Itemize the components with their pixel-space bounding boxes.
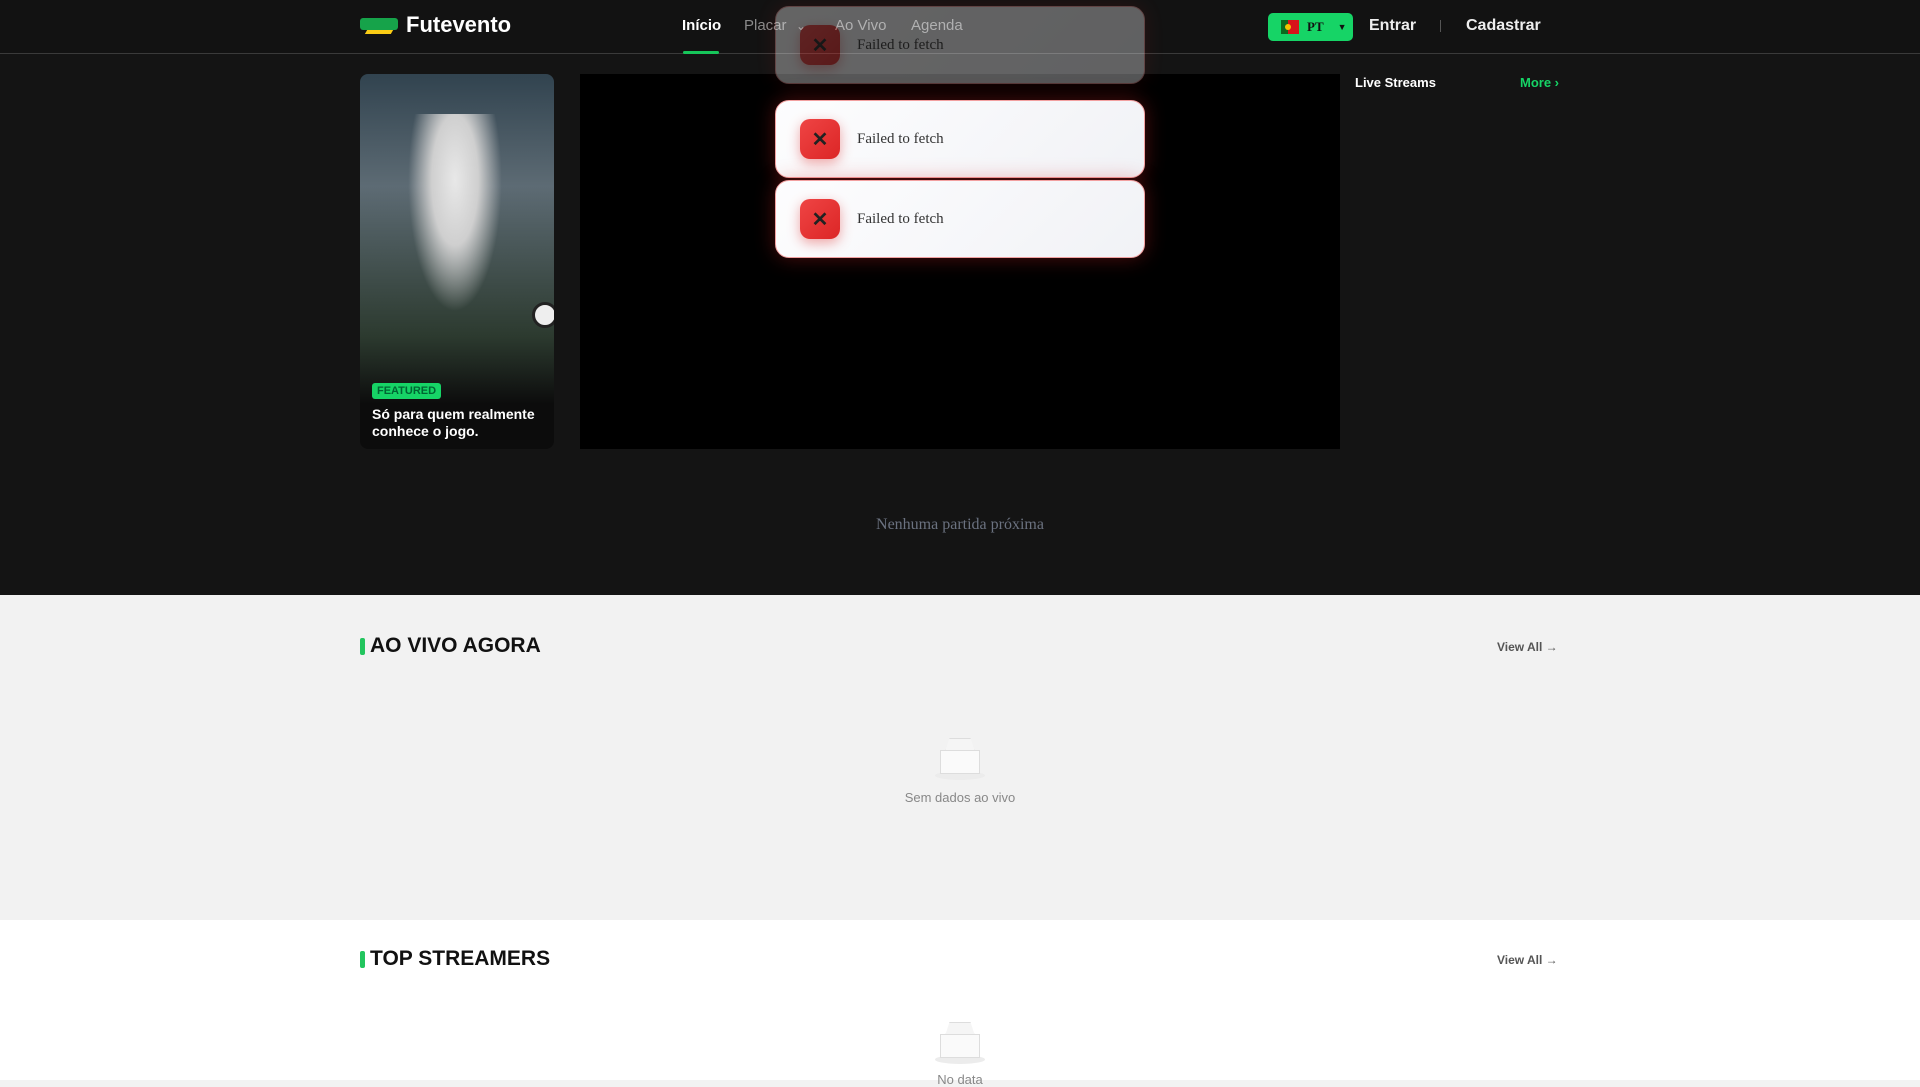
live-now-empty-text: Sem dados ao vivo (904, 790, 1016, 805)
live-streams-title: Live Streams (1355, 75, 1436, 90)
ball-image (532, 302, 554, 328)
logo[interactable]: Futevento (360, 12, 511, 38)
live-now-title: AO VIVO AGORA (360, 634, 541, 658)
error-x-icon: ✕ (800, 119, 840, 159)
top-streamers-title: TOP STREAMERS (360, 947, 550, 971)
toast-message: Failed to fetch (857, 36, 944, 53)
empty-inbox-icon (935, 738, 985, 780)
no-upcoming-matches: Nenhuma partida próxima (876, 516, 1044, 533)
toast-message: Failed to fetch (857, 210, 944, 227)
language-selector[interactable]: PT ▼ (1268, 13, 1353, 41)
divider (1440, 20, 1441, 32)
top-streamers-label: TOP STREAMERS (370, 947, 551, 970)
language-label: PT (1307, 19, 1324, 34)
error-toast[interactable]: ✕ Failed to fetch (775, 100, 1145, 178)
caret-down-icon: ▼ (1337, 22, 1347, 32)
toast-message: Failed to fetch (857, 130, 944, 147)
featured-banner[interactable]: FEATURED Só para quem realmente conhece … (360, 74, 554, 449)
accent-bar (360, 950, 365, 968)
logo-icon (360, 12, 398, 38)
register-button[interactable]: Cadastrar (1466, 17, 1541, 35)
active-tab-indicator (683, 51, 719, 54)
accent-bar (360, 637, 365, 655)
brand-name: Futevento (406, 12, 512, 37)
login-button[interactable]: Entrar (1369, 17, 1416, 35)
error-x-icon: ✕ (800, 25, 840, 65)
nav-inicio[interactable]: Início (682, 17, 721, 34)
error-x-icon: ✕ (800, 199, 840, 239)
featured-badge: FEATURED (372, 383, 442, 399)
live-streams-more-link[interactable]: More › (1520, 75, 1559, 90)
error-toast[interactable]: ✕ Failed to fetch (775, 6, 1145, 84)
portugal-flag-icon (1281, 20, 1299, 34)
error-toast[interactable]: ✕ Failed to fetch (775, 180, 1145, 258)
banner-title: Só para quem realmente conhece o jogo. (372, 406, 535, 439)
live-now-label: AO VIVO AGORA (370, 634, 541, 657)
empty-inbox-icon (935, 1022, 985, 1064)
top-streamers-view-all[interactable]: View All → (1497, 953, 1558, 967)
player-image (400, 114, 510, 334)
live-now-view-all[interactable]: View All → (1497, 640, 1558, 654)
